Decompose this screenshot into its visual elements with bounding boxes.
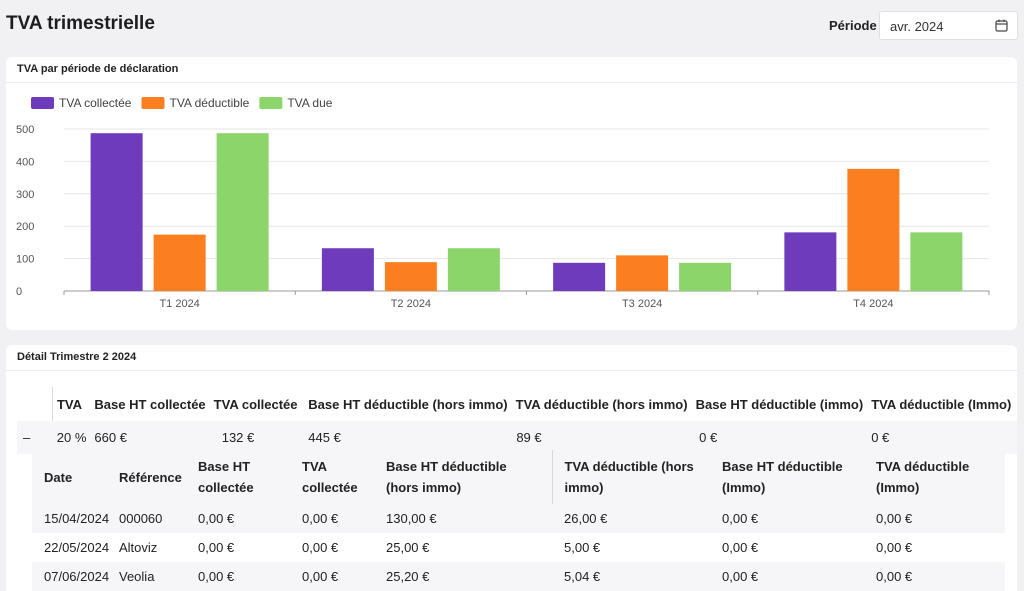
cell-base-deductible-hors-immo: 25,20 € [374, 562, 552, 591]
x-tick-label: T1 2024 [159, 298, 199, 310]
cell-tva-collectee: 0,00 € [290, 504, 374, 533]
bar-tva-collect-e [321, 248, 374, 291]
y-tick-label: 200 [16, 221, 34, 233]
header-base-deductible-immo[interactable]: Base HT déductible (immo) [692, 387, 868, 421]
cell-tva-collectee: 0,00 € [290, 533, 374, 562]
divider [6, 370, 1017, 371]
cell-base-collectee: 0,00 € [186, 562, 290, 591]
vat-bar-chart: 0 100 200 300 400 500 T1 2024 T2 2024 T3 2024 T4 … [16, 96, 990, 310]
cell-base-collectee: 0,00 € [186, 533, 290, 562]
bar-tva-due [216, 133, 269, 291]
bar-tva-due [447, 248, 500, 291]
period-label: Période [829, 18, 877, 33]
legend-swatch [259, 97, 283, 109]
x-tick-label: T4 2024 [853, 298, 893, 310]
bar-tva-d-ductible [153, 234, 206, 291]
cell-date: 22/05/2024 [32, 533, 109, 562]
cell-base-deductible-hors-immo: 25,00 € [374, 533, 552, 562]
header-base-collectee[interactable]: Base HT collectée [186, 450, 290, 504]
y-tick-label: 300 [16, 189, 34, 201]
cell-base-deductible-immo: 0,00 € [710, 533, 864, 562]
header-toggle-col [17, 387, 52, 421]
detail-card-title: Détail Trimestre 2 2024 [17, 351, 137, 363]
bar-tva-due [679, 262, 732, 291]
subtable-header-row: Date Référence Base HT collectée TVA col… [32, 450, 1005, 504]
y-tick-label: 500 [16, 124, 34, 136]
cell-base-deductible-immo: 0,00 € [710, 562, 864, 591]
header-tva-deductible-hors-immo[interactable]: TVA déductible (hors immo) [551, 450, 710, 504]
cell-reference: Altoviz [107, 533, 186, 562]
header-tva-collectee[interactable]: TVA collectée [210, 387, 305, 421]
bar-tva-d-ductible [616, 255, 669, 291]
table-row[interactable]: 22/05/2024 Altoviz 0,00 €0,00 €25,00 €5,00… [32, 533, 1005, 562]
header-tva-deductible-immo[interactable]: TVA déductible (Immo) [867, 387, 1017, 421]
y-tick-label: 100 [16, 254, 34, 266]
cell-base-collectee: 0,00 € [186, 504, 290, 533]
cell-tva-deductible-immo: 0,00 € [864, 562, 1005, 591]
bar-tva-due [910, 232, 963, 291]
bar-tva-collect-e [90, 133, 143, 291]
page-title: TVA trimestrielle [6, 13, 155, 34]
detail-card: Détail Trimestre 2 2024 TVA Base HT coll… [6, 345, 1017, 591]
transactions-table: Date Référence Base HT collectée TVA col… [32, 450, 1005, 591]
bar-tva-d-ductible [847, 168, 900, 291]
header-base-deductible-immo[interactable]: Base HT déductible (Immo) [710, 450, 864, 504]
vat-summary-table: TVA Base HT collectée TVA collectée Base… [17, 387, 1017, 454]
table-header-row: TVA Base HT collectée TVA collectée Base… [17, 387, 1017, 421]
header-tva-collectee[interactable]: TVA collectée [290, 450, 374, 504]
bar-tva-collect-e [784, 232, 837, 291]
calendar-icon[interactable] [995, 19, 1008, 32]
cell-tva-collectee: 0,00 € [290, 562, 374, 591]
cell-reference: Veolia [107, 562, 186, 591]
y-tick-label: 0 [16, 286, 22, 298]
header-base-deductible-hors-immo[interactable]: Base HT déductible (hors immo) [374, 450, 552, 504]
cell-base-deductible-hors-immo: 130,00 € [374, 504, 552, 533]
header-tva[interactable]: TVA [51, 387, 91, 421]
header-base-collectee[interactable]: Base HT collectée [90, 387, 209, 421]
period-date-picker[interactable]: avr. 2024 [879, 11, 1018, 40]
header-date[interactable]: Date [32, 450, 107, 504]
x-tick-label: T3 2024 [622, 298, 662, 310]
cell-tva-deductible-immo: 0,00 € [864, 504, 1005, 533]
cell-tva-deductible-immo: 0,00 € [864, 533, 1005, 562]
legend-label: TVA collectée [59, 96, 132, 110]
bar-tva-d-ductible [384, 262, 437, 291]
chart-card: TVA par période de déclaration 0 100 200 30… [6, 57, 1017, 330]
period-value: avr. 2024 [890, 19, 944, 34]
legend-label: TVA déductible [169, 96, 249, 110]
cell-tva-deductible-hors-immo: 5,00 € [552, 533, 710, 562]
cell-tva-deductible-hors-immo: 26,00 € [552, 504, 710, 533]
cell-date: 07/06/2024 [32, 562, 109, 591]
legend-swatch [141, 97, 165, 109]
header-reference[interactable]: Référence [107, 450, 186, 504]
legend-label: TVA due [287, 96, 332, 110]
cell-tva-deductible-hors-immo: 5,04 € [552, 562, 710, 591]
cell-base-deductible-immo: 0,00 € [710, 504, 864, 533]
table-row[interactable]: 07/06/2024 Veolia 0,00 €0,00 €25,20 €5,04 … [32, 562, 1005, 591]
header-base-deductible-hors-immo[interactable]: Base HT déductible (hors immo) [304, 387, 511, 421]
cell-reference: 000060 [107, 504, 186, 533]
y-tick-label: 400 [16, 156, 34, 168]
header-tva-deductible-hors-immo[interactable]: TVA déductible (hors immo) [512, 387, 692, 421]
bar-tva-collect-e [553, 262, 606, 291]
table-row[interactable]: 15/04/2024 000060 0,00 €0,00 €130,00 €26,0… [32, 504, 1005, 533]
cell-date: 15/04/2024 [32, 504, 109, 533]
legend-swatch [31, 97, 54, 109]
header-tva-deductible-immo[interactable]: TVA déductible (Immo) [864, 450, 1005, 504]
x-tick-label: T2 2024 [391, 298, 431, 310]
